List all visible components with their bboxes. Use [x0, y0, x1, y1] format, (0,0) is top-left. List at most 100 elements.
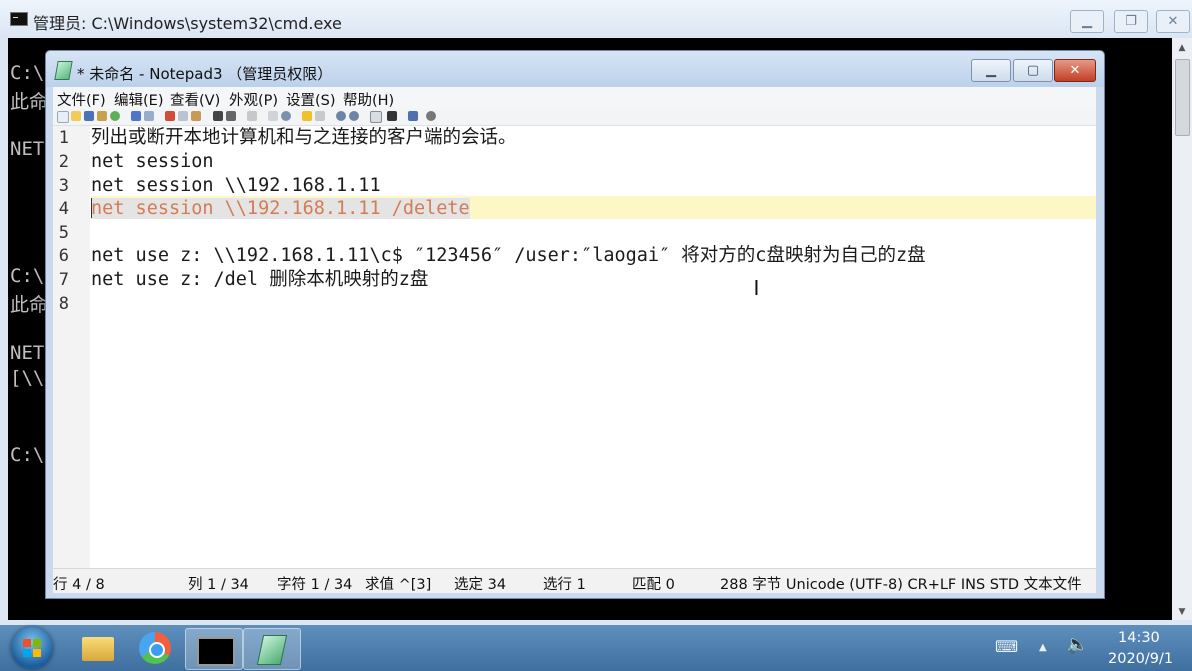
code-line: 列出或断开本地计算机和与之连接的客户端的会话。 — [91, 127, 517, 148]
start-button[interactable] — [11, 627, 53, 669]
scroll-up-arrow-icon[interactable]: ▲ — [1172, 40, 1192, 56]
cmd-line: 此命 — [10, 294, 49, 316]
cmd-minimize-button[interactable]: ▁ — [1070, 10, 1104, 33]
taskbar-chrome[interactable] — [127, 628, 183, 668]
editor-area[interactable]: 1 2 3 4 5 6 7 8 列出或断开本地计算机和与之连接的客户端的会话。 … — [53, 126, 1096, 568]
cmd-close-button[interactable]: ✕ — [1156, 10, 1190, 33]
cmd-line: [\\ — [10, 367, 45, 389]
menu-view[interactable]: 查看(V) — [170, 89, 220, 110]
favorite-star-icon[interactable] — [302, 111, 312, 121]
line-number: 2 — [58, 152, 69, 172]
line-number-gutter: 1 2 3 4 5 6 7 8 — [53, 126, 90, 568]
clock-time[interactable]: 14:30 — [1118, 630, 1160, 646]
zoom-in-icon[interactable] — [336, 111, 346, 121]
cmd-line: NET — [10, 342, 45, 364]
paste-icon[interactable] — [191, 111, 201, 121]
notepad3-app-icon — [54, 61, 73, 80]
taskbar: ⌨ ▲ 🔈 14:30 2020/9/1 — [0, 625, 1192, 671]
code-line: net session \\192.168.1.11 — [91, 175, 381, 196]
undo-icon[interactable] — [131, 111, 141, 121]
line-number: 6 — [58, 246, 69, 266]
notepad3-close-button[interactable]: ✕ — [1054, 59, 1096, 82]
status-selected-lines[interactable]: 选行 1 — [543, 573, 586, 594]
code-line: net session — [91, 151, 214, 172]
line-number: 7 — [58, 270, 69, 290]
show-hidden-icons-chevron-icon[interactable]: ▲ — [1039, 642, 1047, 653]
menu-file[interactable]: 文件(F) — [57, 89, 106, 110]
menu-settings[interactable]: 设置(S) — [286, 89, 336, 110]
clock-date[interactable]: 2020/9/1 — [1108, 651, 1173, 667]
zoom-reset-icon[interactable] — [268, 111, 278, 121]
cmd-scrollbar-thumb[interactable] — [1175, 59, 1190, 136]
selected-text: net session \\192.168.1.11 /delete — [91, 198, 470, 219]
status-file-info[interactable]: 288 字节 Unicode (UTF-8) CR+LF INS STD 文本文… — [720, 573, 1082, 594]
search-icon[interactable] — [281, 111, 291, 121]
cmd-line: 此命 — [10, 91, 49, 113]
browse-icon[interactable] — [110, 111, 120, 121]
text-caret — [91, 198, 92, 218]
cmd-icon — [197, 637, 235, 666]
cmd-line: C:\ — [10, 444, 45, 466]
open-folder-icon[interactable] — [71, 111, 81, 121]
save-as-icon[interactable] — [97, 111, 107, 121]
chrome-icon — [139, 632, 171, 664]
taskbar-notepad3[interactable] — [243, 628, 301, 670]
status-selected[interactable]: 选定 34 — [454, 573, 506, 594]
menu-appearance[interactable]: 外观(P) — [229, 89, 278, 110]
cmd-window-title: 管理员: C:\Windows\system32\cmd.exe — [33, 14, 342, 33]
status-evaluate[interactable]: 求值 ^[3] — [365, 573, 431, 594]
new-file-icon[interactable] — [57, 111, 69, 123]
notepad3-icon — [256, 635, 288, 665]
code-line: net use z: \\192.168.1.11\c$ ″123456″ /u… — [91, 245, 926, 266]
menu-bar: 文件(F) 编辑(E) 查看(V) 外观(P) 设置(S) 帮助(H) — [53, 87, 1096, 109]
print-icon[interactable] — [387, 111, 397, 121]
notepad3-title-bar[interactable]: * 未命名 - Notepad3 （管理员权限） ▁ ▢ ✕ — [46, 51, 1104, 87]
cmd-line: NET — [10, 138, 45, 160]
status-line[interactable]: 行 4 / 8 — [53, 573, 105, 594]
keyboard-icon[interactable]: ⌨ — [995, 637, 1018, 656]
word-wrap-icon[interactable] — [247, 111, 257, 121]
find-icon[interactable] — [213, 111, 223, 121]
redo-icon[interactable] — [144, 111, 154, 121]
scheme-icon[interactable] — [370, 111, 382, 123]
exit-icon[interactable] — [426, 111, 436, 121]
copy-icon[interactable] — [178, 111, 188, 121]
line-number: 8 — [58, 294, 69, 314]
zoom-out-icon[interactable] — [349, 111, 359, 121]
favorites-list-icon[interactable] — [315, 111, 325, 121]
notepad3-minimize-button[interactable]: ▁ — [971, 59, 1011, 82]
scroll-down-arrow-icon[interactable]: ▼ — [1172, 604, 1192, 620]
cmd-line: C:\ — [10, 62, 45, 84]
status-character[interactable]: 字符 1 / 34 — [277, 573, 352, 594]
status-column[interactable]: 列 1 / 34 — [188, 573, 249, 594]
line-number: 3 — [58, 176, 69, 196]
menu-edit[interactable]: 编辑(E) — [114, 89, 163, 110]
folder-icon — [82, 637, 114, 661]
status-bar: 行 4 / 8 列 1 / 34 字符 1 / 34 求值 ^[3] 选定 34… — [53, 568, 1096, 593]
notepad3-window-title: * 未命名 - Notepad3 （管理员权限） — [77, 65, 333, 83]
line-number: 5 — [58, 223, 69, 243]
code-line-selected: net session \\192.168.1.11 /delete — [91, 197, 470, 221]
code-line: net use z: /del 删除本机映射的z盘 — [91, 269, 429, 290]
menu-help[interactable]: 帮助(H) — [343, 89, 394, 110]
cmd-line: C:\ — [10, 265, 45, 287]
toolbar — [53, 109, 1096, 126]
notepad3-maximize-button[interactable]: ▢ — [1013, 59, 1053, 82]
save-icon[interactable] — [84, 111, 94, 121]
taskbar-explorer[interactable] — [69, 628, 125, 668]
notepad3-window: * 未命名 - Notepad3 （管理员权限） ▁ ▢ ✕ 文件(F) 编辑(… — [45, 50, 1105, 599]
line-number: 1 — [58, 128, 69, 148]
cmd-maximize-button[interactable]: ❐ — [1114, 10, 1148, 33]
windows-logo-icon — [23, 639, 41, 657]
cmd-title-bar[interactable]: 管理员: C:\Windows\system32\cmd.exe ▁ ❐ ✕ — [0, 0, 1192, 38]
cmd-app-icon — [10, 12, 28, 26]
i-beam-cursor-icon: I — [753, 276, 760, 300]
pin-icon[interactable] — [408, 111, 418, 121]
status-match[interactable]: 匹配 0 — [632, 573, 675, 594]
cmd-scrollbar[interactable]: ▲ ▼ — [1172, 38, 1192, 620]
replace-icon[interactable] — [226, 111, 236, 121]
volume-icon[interactable]: 🔈 — [1066, 634, 1088, 655]
line-number: 4 — [58, 199, 69, 219]
cut-icon[interactable] — [165, 111, 175, 121]
taskbar-cmd[interactable] — [185, 628, 243, 670]
